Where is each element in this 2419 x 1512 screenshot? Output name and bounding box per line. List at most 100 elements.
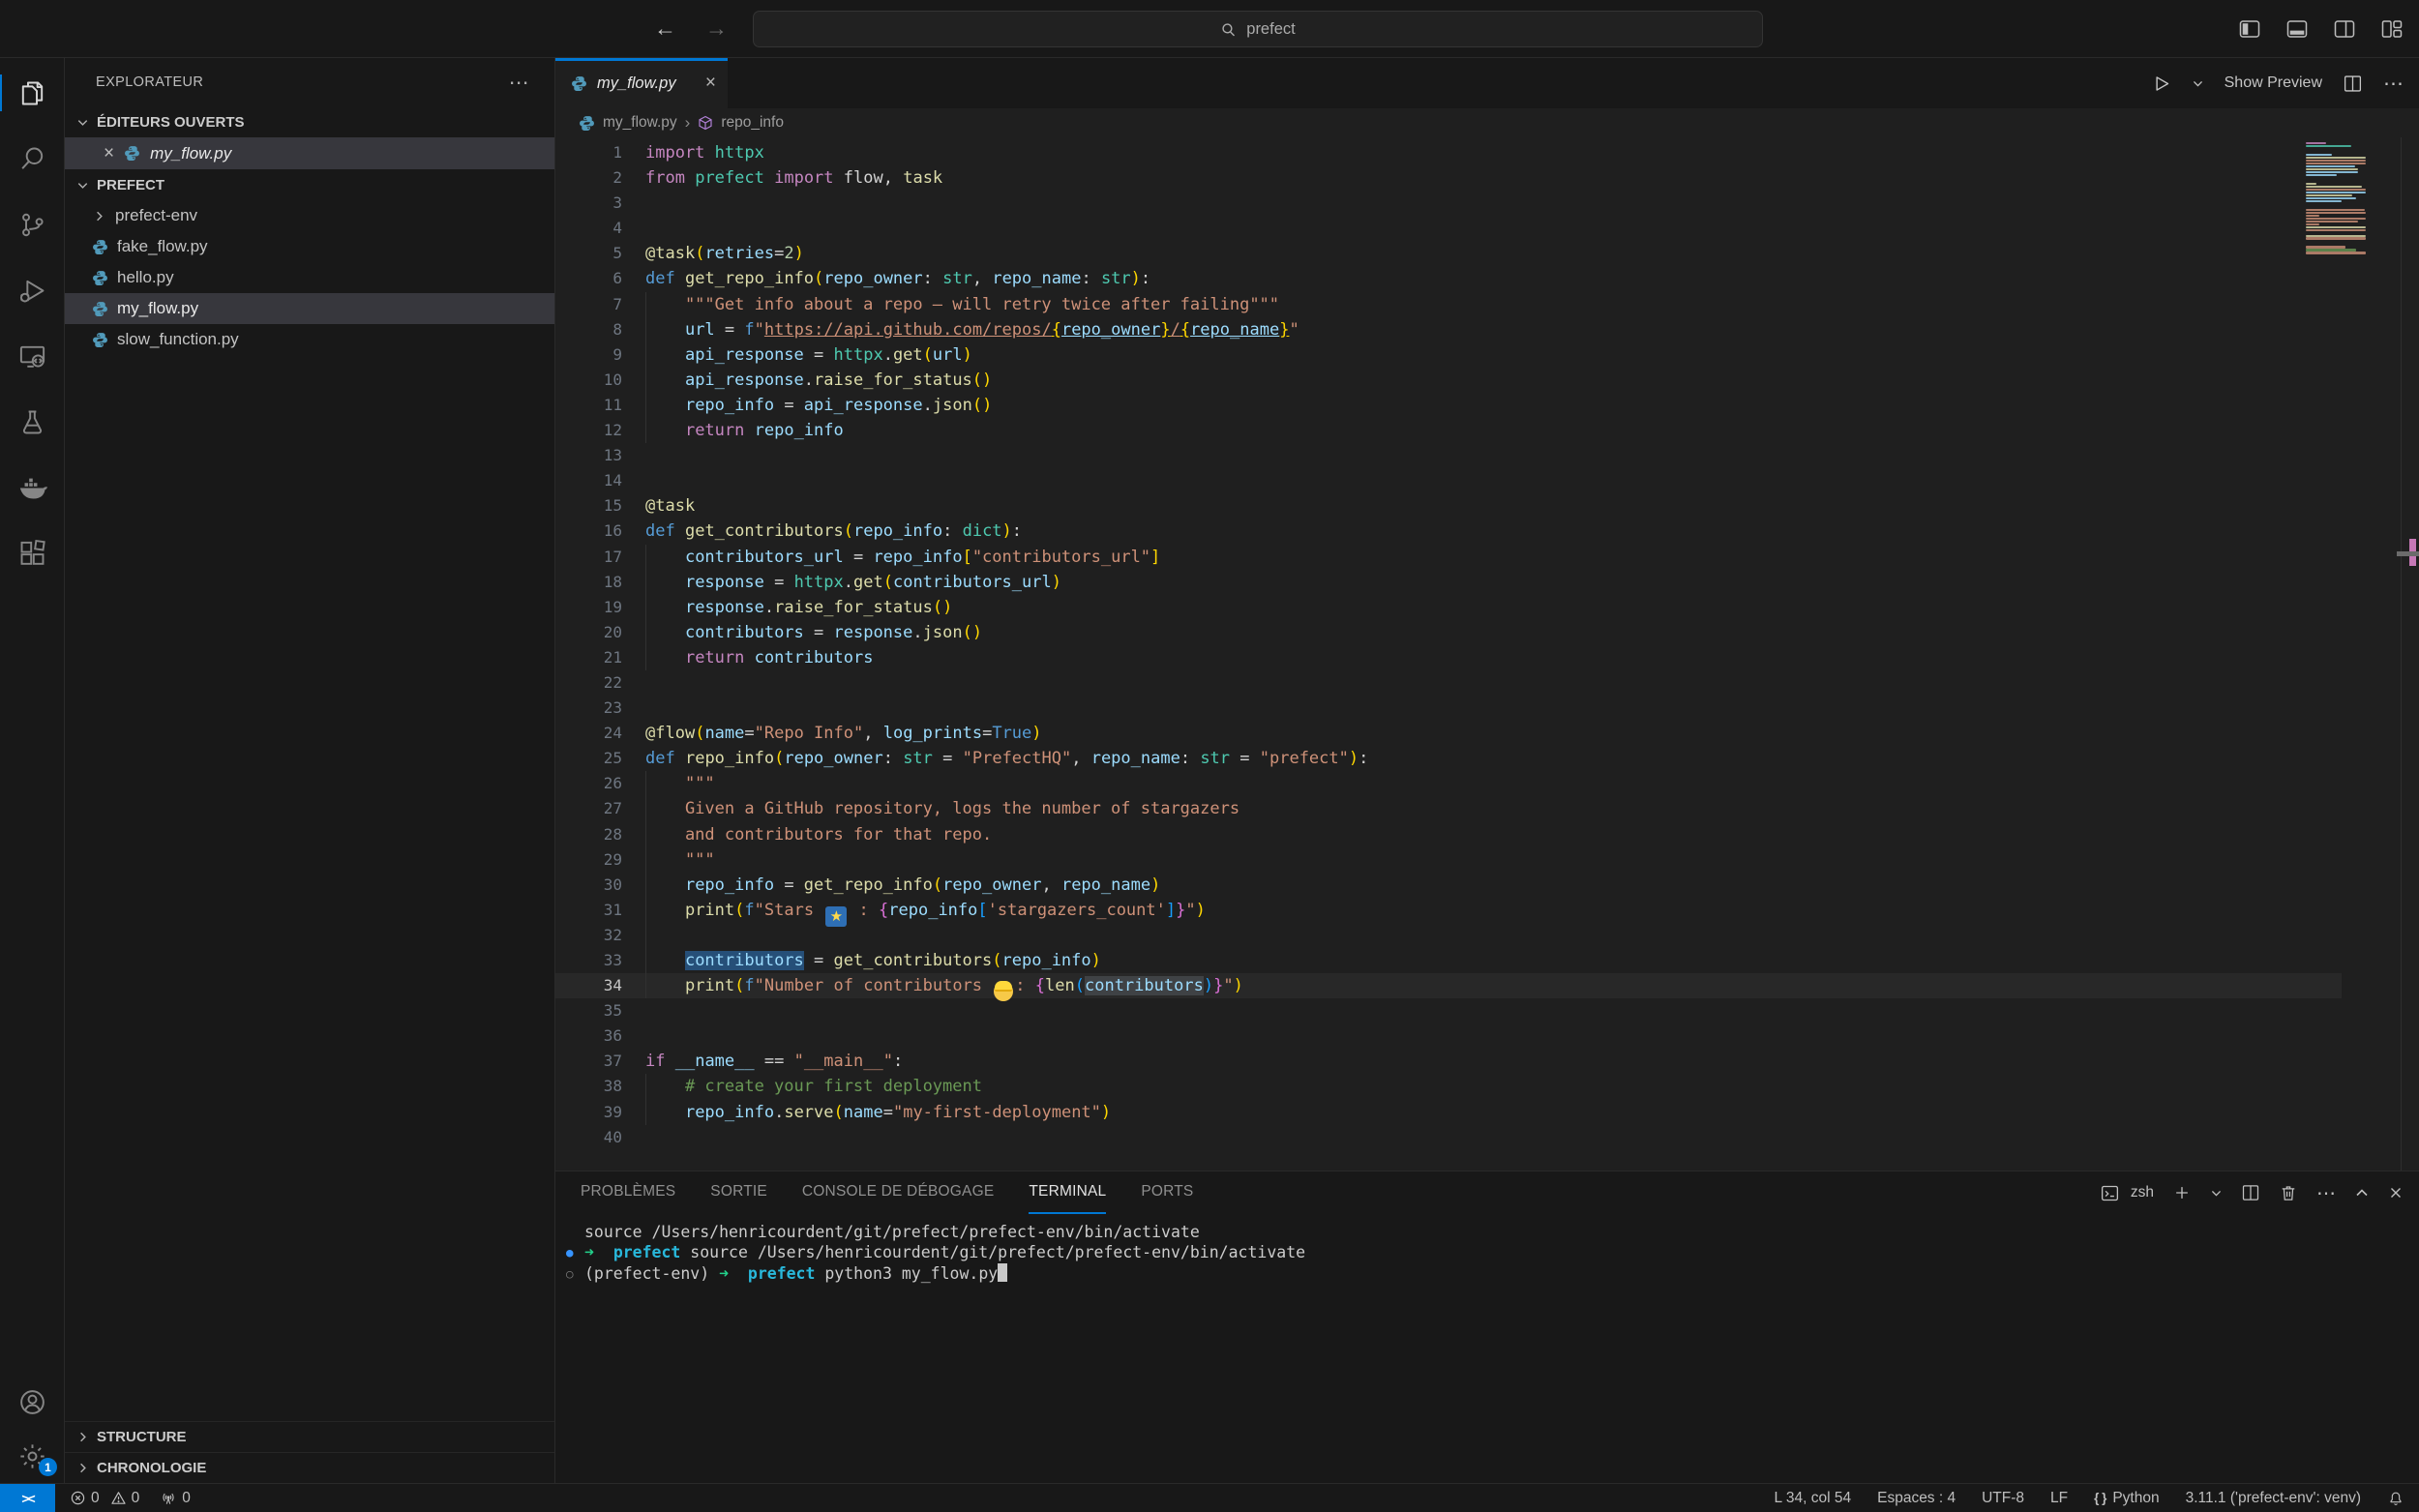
activity-settings[interactable]: 1: [0, 1429, 64, 1483]
panel-tab-CONSOLE DE DÉBOGAGE[interactable]: CONSOLE DE DÉBOGAGE: [802, 1171, 994, 1214]
python-interpreter[interactable]: 3.11.1 ('prefect-env': venv): [2186, 1490, 2361, 1507]
code-line-37[interactable]: 37if __name__ == "__main__":: [555, 1049, 2342, 1074]
panel-tab-TERMINAL[interactable]: TERMINAL: [1029, 1171, 1106, 1214]
code-line-18[interactable]: 18 response = httpx.get(contributors_url…: [555, 570, 2342, 595]
code-line-24[interactable]: 24@flow(name="Repo Info", log_prints=Tru…: [555, 721, 2342, 746]
new-terminal-icon[interactable]: [2172, 1183, 2192, 1202]
customize-layout-icon[interactable]: [2380, 17, 2404, 41]
code-line-36[interactable]: 36: [555, 1023, 2342, 1049]
activity-explorer[interactable]: [0, 60, 64, 126]
timeline-section[interactable]: CHRONOLOGIE: [65, 1452, 554, 1483]
panel-tab-SORTIE[interactable]: SORTIE: [710, 1171, 767, 1214]
open-editor-my-flow[interactable]: × my_flow.py: [65, 137, 554, 169]
ports-status[interactable]: 0: [160, 1490, 191, 1507]
terminal-profile-chevron-icon[interactable]: [2210, 1187, 2223, 1200]
back-arrow-icon[interactable]: ←: [654, 15, 676, 42]
code-line-6[interactable]: 6def get_repo_info(repo_owner: str, repo…: [555, 266, 2342, 291]
code-line-23[interactable]: 23: [555, 696, 2342, 721]
activity-docker[interactable]: [0, 455, 64, 520]
code-line-8[interactable]: 8 url = f"https://api.github.com/repos/{…: [555, 317, 2342, 342]
toggle-sidebar-icon[interactable]: [2238, 17, 2261, 41]
cursor-position[interactable]: L 34, col 54: [1775, 1490, 1852, 1507]
activity-search[interactable]: [0, 126, 64, 192]
show-preview-button[interactable]: Show Preview: [2225, 74, 2322, 92]
code-line-30[interactable]: 30 repo_info = get_repo_info(repo_owner,…: [555, 873, 2342, 898]
structure-section[interactable]: STRUCTURE: [65, 1421, 554, 1452]
code-line-22[interactable]: 22: [555, 670, 2342, 696]
problems-status[interactable]: 0 0: [70, 1490, 139, 1507]
code-line-33[interactable]: 33 contributors = get_contributors(repo_…: [555, 948, 2342, 973]
tree-item-my_flow.py[interactable]: my_flow.py: [65, 293, 554, 324]
code-line-2[interactable]: 2from prefect import flow, task: [555, 165, 2342, 191]
minimap[interactable]: [2306, 142, 2366, 257]
panel-tab-PORTS[interactable]: PORTS: [1141, 1171, 1193, 1214]
code-editor[interactable]: 1import httpx2from prefect import flow, …: [555, 137, 2419, 1171]
tree-item-fake_flow.py[interactable]: fake_flow.py: [65, 231, 554, 262]
code-line-12[interactable]: 12 return repo_info: [555, 418, 2342, 443]
code-line-10[interactable]: 10 api_response.raise_for_status(): [555, 368, 2342, 393]
language-mode[interactable]: { }Python: [2094, 1490, 2159, 1507]
open-editors-section[interactable]: ÉDITEURS OUVERTS: [65, 106, 554, 137]
panel-tab-PROBLÈMES[interactable]: PROBLÈMES: [581, 1171, 675, 1214]
code-line-4[interactable]: 4: [555, 216, 2342, 241]
breadcrumb-file[interactable]: my_flow.py: [603, 114, 677, 132]
code-line-13[interactable]: 13: [555, 443, 2342, 468]
code-line-1[interactable]: 1import httpx: [555, 140, 2342, 165]
code-line-21[interactable]: 21 return contributors: [555, 645, 2342, 670]
kill-terminal-trash-icon[interactable]: [2279, 1183, 2298, 1202]
tab-my-flow[interactable]: my_flow.py ×: [555, 58, 728, 108]
toggle-secondary-sidebar-icon[interactable]: [2333, 17, 2356, 41]
run-icon[interactable]: [2151, 74, 2171, 94]
code-line-29[interactable]: 29 """: [555, 847, 2342, 873]
code-line-5[interactable]: 5@task(retries=2): [555, 241, 2342, 266]
maximize-panel-icon[interactable]: [2354, 1185, 2370, 1201]
code-line-26[interactable]: 26 """: [555, 771, 2342, 796]
tree-item-slow_function.py[interactable]: slow_function.py: [65, 324, 554, 355]
shell-label[interactable]: zsh: [2131, 1184, 2154, 1201]
split-editor-icon[interactable]: [2343, 74, 2363, 94]
activity-source-control[interactable]: [0, 192, 64, 257]
terminal-output[interactable]: source /Users/henricourdent/git/prefect/…: [555, 1214, 2419, 1483]
code-line-17[interactable]: 17 contributors_url = repo_info["contrib…: [555, 545, 2342, 570]
eol[interactable]: LF: [2050, 1490, 2068, 1507]
code-line-25[interactable]: 25def repo_info(repo_owner: str = "Prefe…: [555, 746, 2342, 771]
remote-indicator[interactable]: ><: [0, 1484, 55, 1512]
code-line-19[interactable]: 19 response.raise_for_status(): [555, 595, 2342, 620]
code-line-16[interactable]: 16def get_contributors(repo_info: dict):: [555, 519, 2342, 544]
breadcrumb-symbol[interactable]: repo_info: [721, 114, 784, 132]
activity-run-debug[interactable]: [0, 257, 64, 323]
code-line-40[interactable]: 40: [555, 1125, 2342, 1150]
code-line-3[interactable]: 3: [555, 191, 2342, 216]
code-line-11[interactable]: 11 repo_info = api_response.json(): [555, 393, 2342, 418]
code-line-31[interactable]: 31 print(f"Stars 🌠 : {repo_info['stargaz…: [555, 898, 2342, 923]
code-line-20[interactable]: 20 contributors = response.json(): [555, 620, 2342, 645]
split-terminal-icon[interactable]: [2241, 1183, 2260, 1202]
code-line-14[interactable]: 14: [555, 468, 2342, 493]
code-line-15[interactable]: 15@task: [555, 493, 2342, 519]
activity-remote-explorer[interactable]: [0, 323, 64, 389]
code-line-9[interactable]: 9 api_response = httpx.get(url): [555, 342, 2342, 368]
code-line-7[interactable]: 7 """Get info about a repo — will retry …: [555, 292, 2342, 317]
toggle-panel-icon[interactable]: [2285, 17, 2309, 41]
activity-extensions[interactable]: [0, 520, 64, 586]
panel-more-icon[interactable]: ⋯: [2316, 1181, 2336, 1205]
code-line-35[interactable]: 35: [555, 998, 2342, 1023]
indentation[interactable]: Espaces : 4: [1877, 1490, 1956, 1507]
code-line-38[interactable]: 38 # create your first deployment: [555, 1074, 2342, 1099]
activity-testing[interactable]: [0, 389, 64, 455]
tree-item-prefect-env[interactable]: prefect-env: [65, 200, 554, 231]
more-actions-icon[interactable]: ⋯: [2383, 72, 2404, 96]
code-line-28[interactable]: 28 and contributors for that repo.: [555, 822, 2342, 847]
forward-arrow-icon[interactable]: →: [705, 15, 728, 42]
code-line-34[interactable]: 34 print(f"Number of contributors 👷: {le…: [555, 973, 2342, 998]
encoding[interactable]: UTF-8: [1982, 1490, 2024, 1507]
code-line-32[interactable]: 32: [555, 923, 2342, 948]
run-dropdown-chevron-icon[interactable]: [2192, 77, 2204, 90]
bell-icon[interactable]: [2387, 1490, 2404, 1507]
sidebar-more-icon[interactable]: ⋯: [509, 71, 529, 95]
project-section[interactable]: PREFECT: [65, 169, 554, 200]
tree-item-hello.py[interactable]: hello.py: [65, 262, 554, 293]
close-panel-icon[interactable]: [2388, 1185, 2404, 1201]
code-line-39[interactable]: 39 repo_info.serve(name="my-first-deploy…: [555, 1100, 2342, 1125]
tab-close-icon[interactable]: ×: [705, 73, 716, 94]
